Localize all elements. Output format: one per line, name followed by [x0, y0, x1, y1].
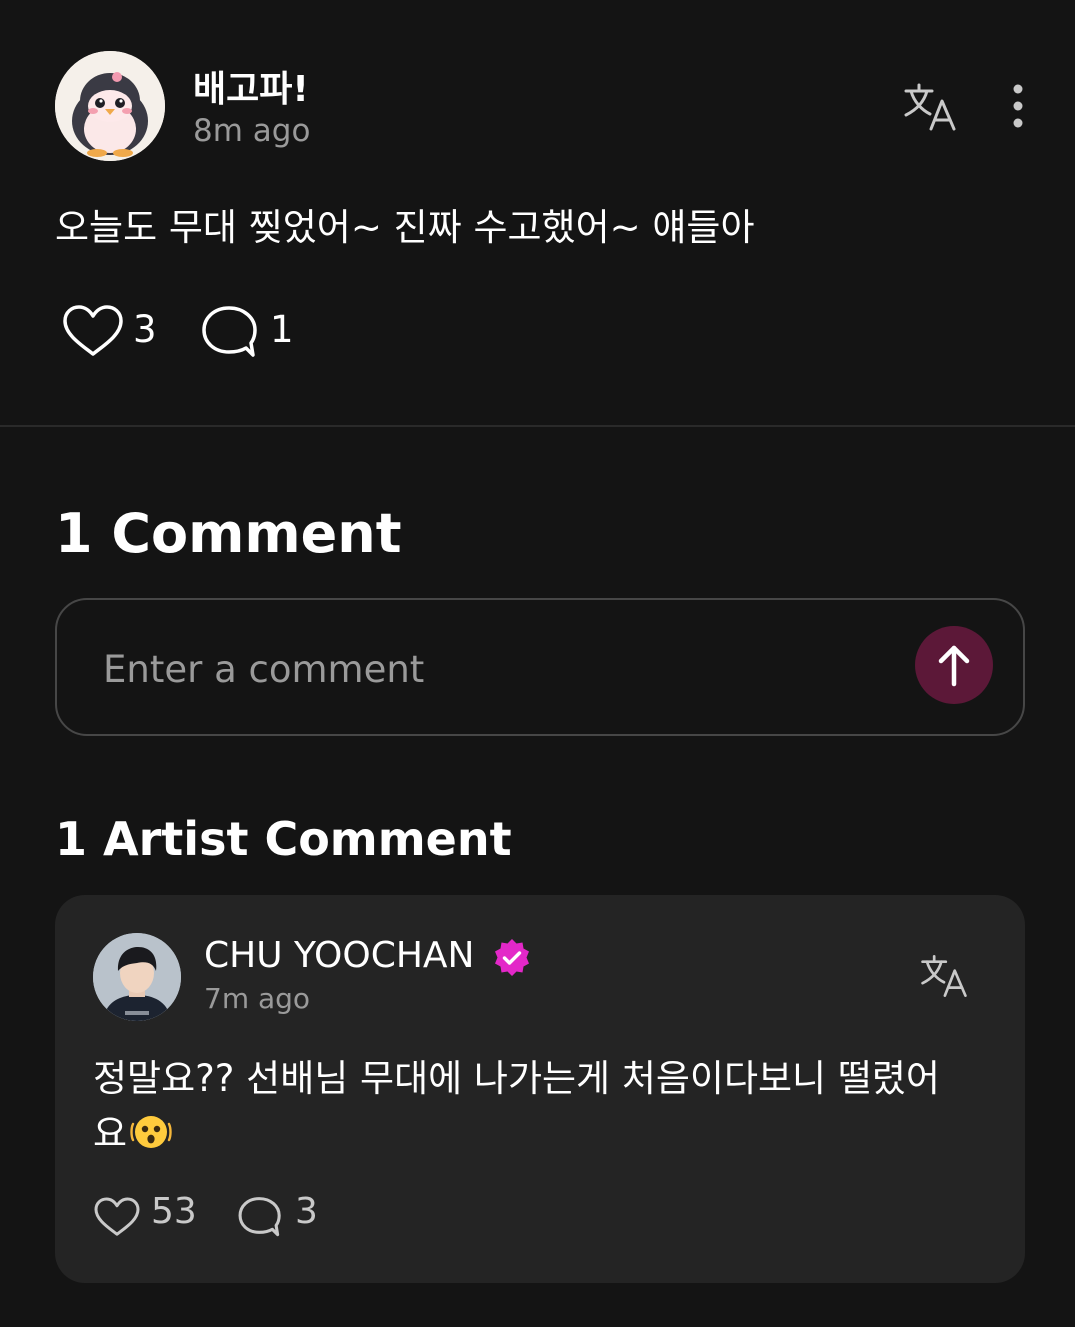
artist-reply-button[interactable]: 3 — [237, 1191, 337, 1243]
artist-avatar-image — [93, 933, 181, 1021]
post-like-count: 3 — [133, 308, 157, 351]
penguin-avatar-image — [55, 51, 165, 161]
comment-bubble-icon — [202, 306, 257, 357]
artist-reply-count: 3 — [295, 1191, 318, 1232]
translate-icon[interactable] — [919, 953, 969, 999]
post-author-name[interactable]: 배고파! — [193, 60, 309, 112]
comment-input-box[interactable] — [55, 598, 1025, 736]
artist-like-count: 53 — [151, 1191, 197, 1232]
penguin-avatar[interactable] — [55, 51, 165, 161]
post-like-button[interactable]: 3 — [61, 303, 161, 359]
send-comment-button[interactable] — [915, 626, 993, 704]
arrow-up-icon — [938, 645, 970, 687]
heart-icon — [63, 305, 123, 356]
artist-comment-text: 정말요?? 선배님 무대에 나가는게 처음이다보니 떨렸어요 — [93, 1057, 940, 1155]
comment-bubble-icon — [238, 1197, 281, 1237]
post-comment-count: 1 — [270, 308, 294, 351]
post-timestamp: 8m ago — [193, 113, 311, 149]
translate-icon[interactable] — [902, 82, 958, 132]
artist-comment-body: 정말요?? 선배님 무대에 나가는게 처음이다보니 떨렸어요 — [93, 1051, 973, 1161]
artist-avatar[interactable] — [93, 933, 181, 1021]
heart-icon — [94, 1197, 140, 1236]
post: 배고파! 8m ago 오늘도 무대 찢었어~ 진짜 수고했어~ 얘들아 3 1 — [0, 0, 1075, 426]
post-body-text: 오늘도 무대 찢었어~ 진짜 수고했어~ 얘들아 — [55, 206, 755, 249]
artist-comments-heading: 1 Artist Comment — [55, 812, 512, 866]
verified-badge-icon — [491, 937, 533, 979]
artist-comment-card: CHU YOOCHAN 7m ago 정말요?? 선배님 무대에 나가는게 처음… — [55, 895, 1025, 1283]
post-comment-button[interactable]: 1 — [200, 303, 300, 359]
artist-name[interactable]: CHU YOOCHAN — [204, 935, 474, 976]
comments-heading: 1 Comment — [55, 502, 402, 565]
comment-input[interactable] — [101, 640, 885, 698]
shaking-face-emoji — [129, 1110, 173, 1154]
artist-comment-timestamp: 7m ago — [204, 982, 311, 1015]
section-divider — [0, 425, 1075, 427]
more-options-icon[interactable] — [1003, 82, 1033, 130]
artist-like-button[interactable]: 53 — [93, 1191, 213, 1243]
